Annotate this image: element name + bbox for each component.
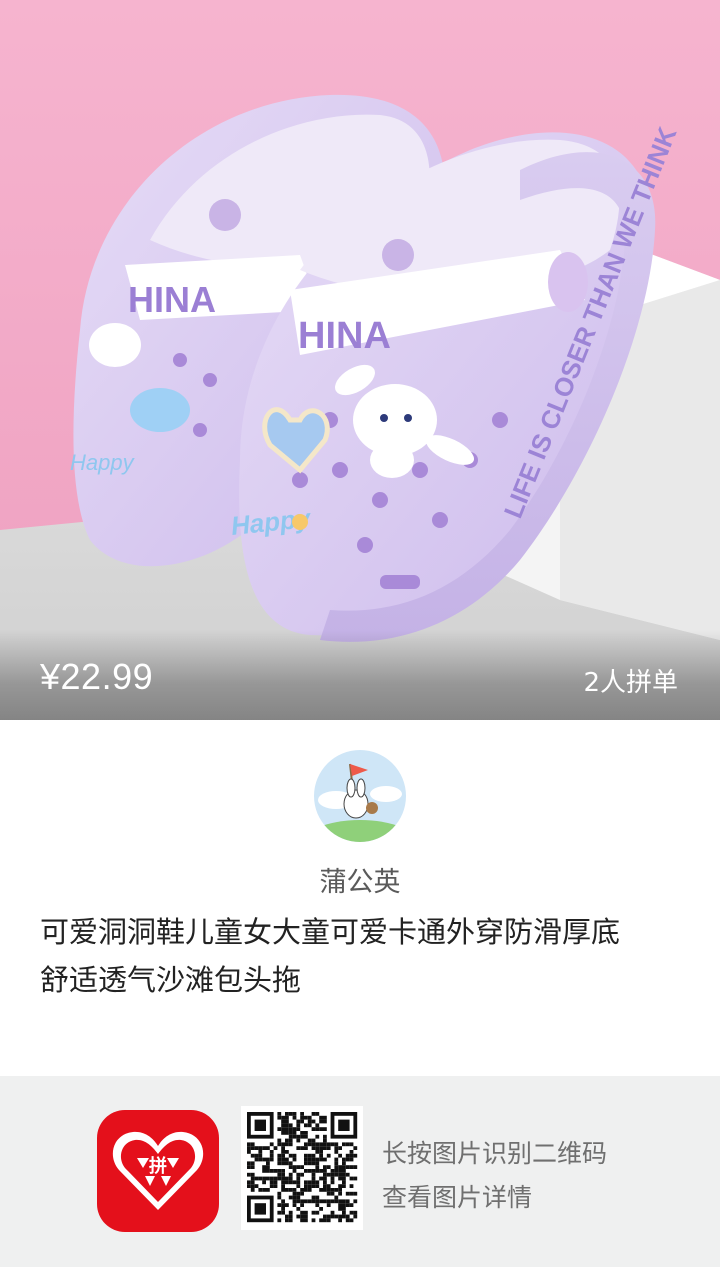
group-buy-count: 2人拼单 bbox=[583, 668, 678, 698]
qr-hint-line-1: 长按图片识别二维码 bbox=[382, 1139, 608, 1168]
pinduoduo-logo-icon: 拼 bbox=[97, 1110, 219, 1232]
svg-text:Happy: Happy bbox=[70, 450, 136, 475]
qr-code-icon[interactable] bbox=[241, 1106, 363, 1230]
product-image[interactable]: HINA Happy LIFE IS CLOSER THAN WE THINK … bbox=[0, 0, 720, 720]
product-title-line-1: 可爱洞洞鞋儿童女大童可爱卡通外穿防滑厚底 bbox=[40, 915, 621, 949]
product-title: 可爱洞洞鞋儿童女大童可爱卡通外穿防滑厚底 舒适透气沙滩包头拖 bbox=[40, 908, 680, 1004]
svg-text:HINA: HINA bbox=[298, 315, 391, 357]
svg-text:拼: 拼 bbox=[149, 1155, 167, 1177]
price-label: ¥22.99 bbox=[40, 656, 154, 697]
qr-hint-line-2: 查看图片详情 bbox=[382, 1183, 533, 1212]
svg-text:HINA: HINA bbox=[128, 279, 216, 320]
shop-name[interactable]: 蒲公英 bbox=[0, 860, 720, 899]
product-title-line-2: 舒适透气沙滩包头拖 bbox=[40, 963, 302, 997]
shop-avatar[interactable] bbox=[314, 750, 406, 842]
product-photo: HINA Happy LIFE IS CLOSER THAN WE THINK … bbox=[0, 0, 720, 720]
bunny-flag-avatar-icon bbox=[314, 750, 406, 842]
